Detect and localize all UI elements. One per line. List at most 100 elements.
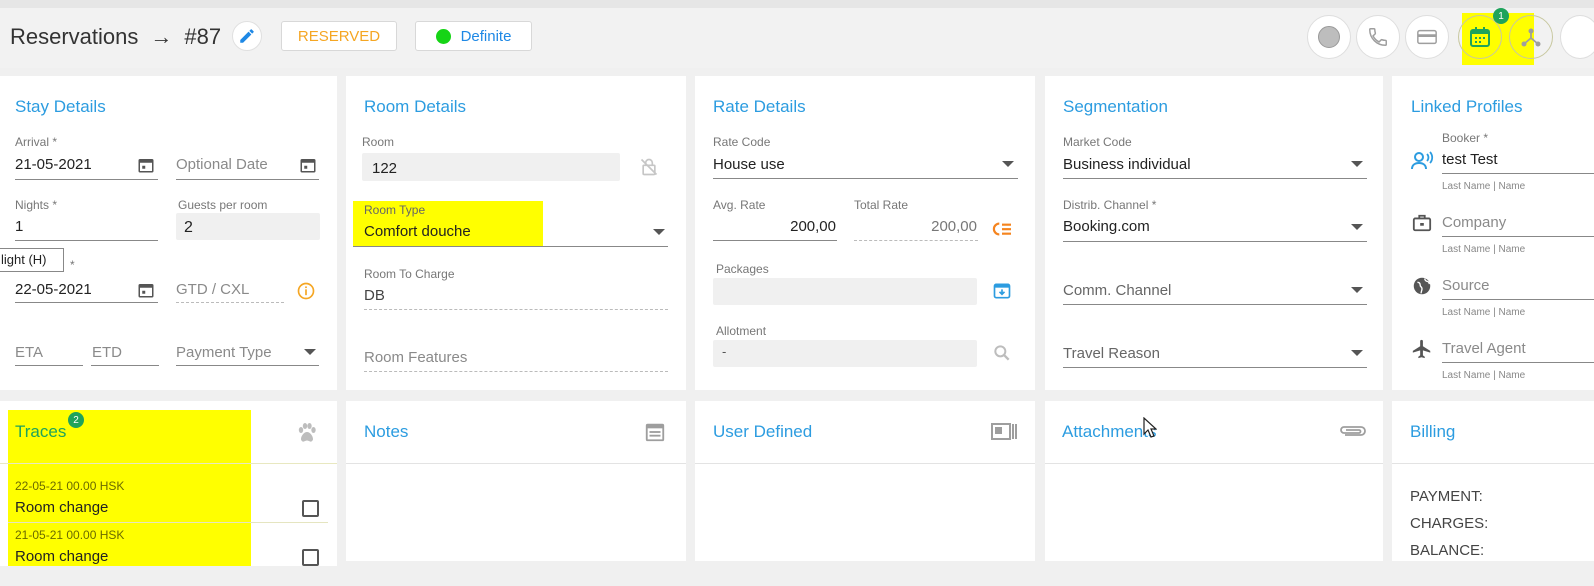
trace-checkbox[interactable] — [302, 500, 319, 517]
travel-agent-underline — [1442, 362, 1594, 363]
market-code-select[interactable]: Business individual — [1063, 156, 1191, 173]
rate-breakdown-icon[interactable] — [991, 220, 1013, 238]
travel-reason-select[interactable]: Travel Reason — [1063, 345, 1160, 362]
room-input-box[interactable] — [362, 153, 620, 181]
status-badge[interactable]: RESERVED — [281, 21, 397, 51]
chevron-down-icon[interactable] — [1351, 224, 1363, 230]
guests-label: Guests per room — [178, 198, 268, 212]
trace-text: Room change — [15, 499, 109, 516]
chevron-down-icon[interactable] — [653, 229, 665, 235]
stay-details-card: Stay Details Arrival * 21-05-2021 Option… — [0, 76, 337, 390]
user-defined-title[interactable]: User Defined — [713, 422, 812, 442]
distrib-channel-label: Distrib. Channel * — [1063, 198, 1157, 212]
room-to-charge-underline — [364, 309, 668, 310]
page-header: Reservations → #87 RESERVED Definite 1 — [0, 8, 1594, 68]
nights-input[interactable]: 1 — [15, 218, 23, 235]
notes-card: Notes — [346, 401, 686, 561]
total-rate-input[interactable]: 200,00 — [854, 218, 977, 235]
gtd-underline — [176, 302, 284, 303]
packages-label: Packages — [716, 262, 769, 276]
room-to-charge-input[interactable]: DB — [364, 287, 385, 304]
room-type-underline — [353, 246, 668, 247]
gtd-input[interactable]: GTD / CXL — [176, 281, 249, 298]
edit-button[interactable] — [232, 21, 262, 51]
notes-title[interactable]: Notes — [364, 422, 408, 442]
company-underline — [1442, 236, 1594, 237]
nights-label: Nights * — [15, 198, 58, 212]
guests-input-box[interactable] — [176, 213, 320, 240]
chevron-down-icon[interactable] — [1351, 161, 1363, 167]
arrival-label: Arrival * — [15, 135, 58, 149]
packages-input[interactable] — [713, 278, 977, 305]
company-hint: Last Name | Name — [1442, 244, 1526, 255]
segmentation-title: Segmentation — [1063, 97, 1168, 116]
room-input[interactable]: 122 — [372, 160, 397, 177]
company-input[interactable]: Company — [1442, 214, 1506, 231]
briefcase-icon — [1412, 214, 1432, 232]
travel-agent-input[interactable]: Travel Agent — [1442, 340, 1526, 357]
distrib-channel-underline — [1063, 241, 1367, 242]
paw-icon[interactable] — [295, 421, 319, 445]
rate-code-select[interactable]: House use — [713, 156, 785, 173]
id-card-icon[interactable] — [991, 422, 1017, 442]
info-icon[interactable] — [296, 281, 316, 301]
chevron-down-icon[interactable] — [1002, 161, 1014, 167]
archive-icon[interactable] — [992, 281, 1012, 301]
divider — [8, 522, 328, 523]
globe-icon — [1413, 277, 1431, 295]
optional-date-input[interactable]: Optional Date — [176, 156, 268, 173]
chevron-down-icon[interactable] — [1351, 350, 1363, 356]
definite-button[interactable]: Definite — [415, 21, 532, 51]
linked-profiles-card: Linked Profiles Booker * test Test Last … — [1392, 76, 1594, 390]
allotment-label: Allotment — [716, 324, 767, 338]
traces-badge: 2 — [68, 412, 84, 428]
billing-title[interactable]: Billing — [1410, 422, 1455, 442]
arrival-input[interactable]: 21-05-2021 — [15, 156, 92, 173]
comm-channel-select[interactable]: Comm. Channel — [1063, 282, 1171, 299]
departure-underline — [15, 302, 158, 303]
calendar-icon[interactable] — [299, 156, 317, 174]
room-type-select[interactable]: Comfort douche — [364, 223, 471, 240]
more-button[interactable] — [1560, 15, 1594, 59]
calendar-icon — [1470, 27, 1490, 47]
arrow-right-icon: → — [150, 24, 173, 49]
allotment-input[interactable]: - — [722, 344, 726, 359]
etd-underline — [91, 365, 159, 366]
mouse-cursor-icon — [1143, 417, 1157, 438]
paperclip-icon[interactable] — [1339, 423, 1367, 439]
room-features-input[interactable]: Room Features — [364, 349, 467, 366]
billing-charges-label: CHARGES: — [1410, 515, 1489, 532]
source-input[interactable]: Source — [1442, 277, 1490, 294]
payment-type-select[interactable]: Payment Type — [176, 344, 272, 361]
traces-title[interactable]: Traces — [15, 422, 66, 442]
calendar-icon[interactable] — [137, 156, 155, 174]
pencil-icon — [240, 29, 254, 43]
calendar-icon[interactable] — [137, 281, 155, 299]
card-button[interactable] — [1405, 15, 1449, 59]
split-button[interactable] — [1509, 15, 1553, 59]
market-code-label: Market Code — [1063, 135, 1132, 149]
trace-text: Room change — [15, 548, 109, 565]
allotment-input-box[interactable] — [713, 340, 977, 367]
segmentation-card: Segmentation Market Code Business indivi… — [1045, 76, 1383, 390]
trace-checkbox[interactable] — [302, 549, 319, 566]
search-icon[interactable] — [992, 343, 1012, 363]
phone-button[interactable] — [1356, 15, 1400, 59]
lock-icon[interactable] — [639, 156, 659, 178]
divider — [0, 463, 337, 464]
notes-calendar-icon[interactable] — [644, 421, 666, 443]
status-circle-button[interactable] — [1307, 15, 1351, 59]
avg-rate-underline — [713, 240, 837, 241]
booker-hint: Last Name | Name — [1442, 181, 1526, 192]
booker-input[interactable]: test Test — [1442, 151, 1498, 168]
eta-input[interactable]: ETA — [15, 344, 43, 361]
page-title[interactable]: Reservations — [10, 24, 138, 50]
departure-input[interactable]: 22-05-2021 — [15, 281, 92, 298]
distrib-channel-select[interactable]: Booking.com — [1063, 218, 1150, 235]
payment-type-underline — [176, 365, 319, 366]
etd-input[interactable]: ETD — [92, 344, 122, 361]
guests-input[interactable]: 2 — [184, 219, 193, 237]
chevron-down-icon[interactable] — [304, 349, 316, 355]
avg-rate-input[interactable]: 200,00 — [713, 218, 836, 235]
chevron-down-icon[interactable] — [1351, 287, 1363, 293]
